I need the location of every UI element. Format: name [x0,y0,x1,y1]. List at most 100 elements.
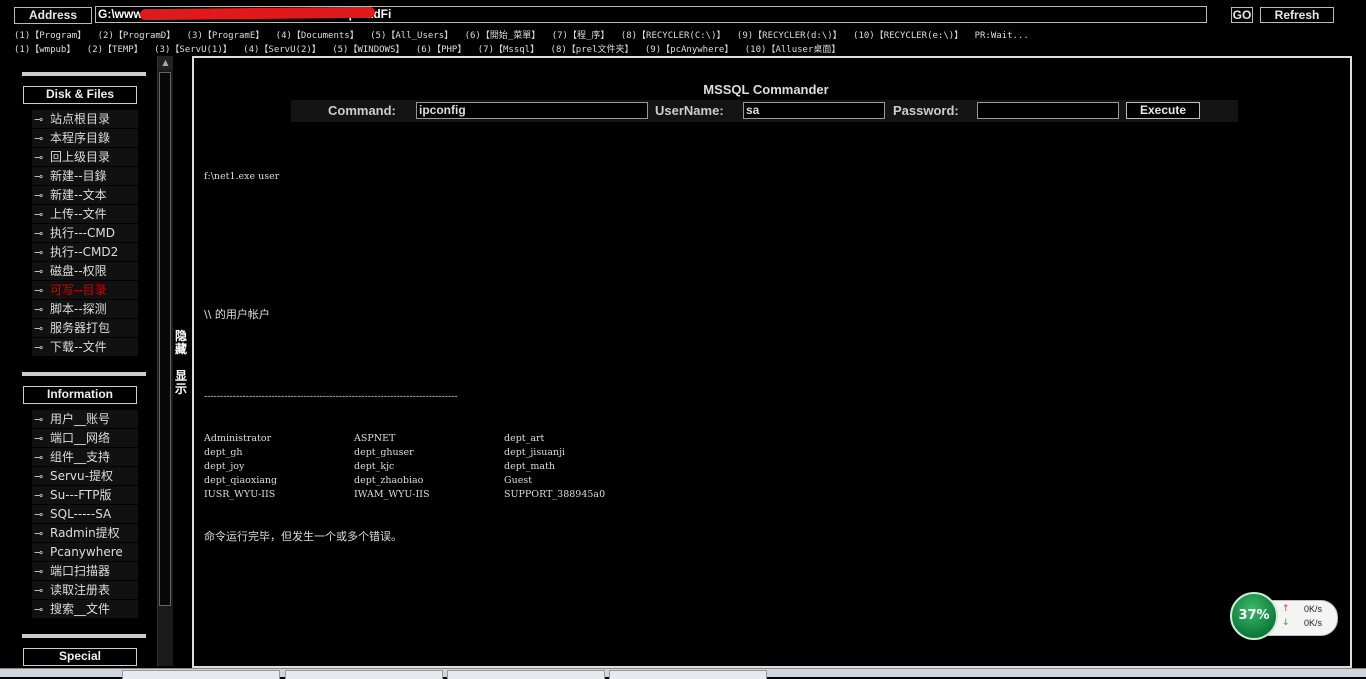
disk-menu-item[interactable]: ⊸ 可写--目录 [32,281,138,299]
menu-item-label: 读取注册表 [50,583,111,597]
taskbar-button[interactable] [447,670,605,679]
account-name: SUPPORT_388945a0 [504,489,606,500]
disk-menu-item[interactable]: ⊸ 新建--文本 [32,186,138,204]
shortcut-link[interactable]: (1)【Program】 [14,31,86,41]
menu-item-icon: ⊸ [34,113,44,126]
disk-menu-item[interactable]: ⊸ 上传--文件 [32,205,138,223]
shortcut-link[interactable]: (2)【ProgramD】 [98,31,176,41]
disk-files-title[interactable]: Disk & Files [23,86,137,104]
info-menu-item[interactable]: ⊸ Servu-提权 [32,467,138,485]
info-menu-item[interactable]: ⊸ 端口__网络 [32,429,138,447]
menu-item-icon: ⊸ [34,227,44,240]
disk-menu-item[interactable]: ⊸ 站点根目录 [32,110,138,128]
disk-menu-item[interactable]: ⊸ 执行---CMD [32,224,138,242]
output-footer: 命令运行完毕，但发生一个或多个错误。 [204,530,402,543]
sidebar-scrollbar[interactable]: ▲ [157,56,173,666]
command-input[interactable]: ipconfig [416,102,648,119]
sidebar-toggle: 隐藏 显示 [174,330,188,410]
menu-item-icon: ⊸ [34,508,44,521]
go-button[interactable]: GO [1231,7,1253,23]
shortcut-link[interactable]: (1)【wmpub】 [14,45,75,55]
account-name: dept_kjc [354,461,395,472]
menu-item-icon: ⊸ [34,341,44,354]
information-title[interactable]: Information [23,386,137,404]
special-title[interactable]: Special [23,648,137,666]
menu-item-label: 站点根目录 [50,112,111,126]
account-name: dept_gh [204,447,243,458]
shortcut-link[interactable]: (3)【ServU(1)】 [154,45,232,55]
shortcut-link[interactable]: (7)【Mssql】 [478,45,539,55]
shortcut-link[interactable]: (4)【Documents】 [276,31,359,41]
shortcut-link[interactable]: (10)【RECYCLER(e:\)】 [853,31,963,41]
shortcut-link[interactable]: (8)【RECYCLER(C:\)】 [621,31,726,41]
shortcut-link[interactable]: (3)【ProgramE】 [187,31,265,41]
disk-menu-item[interactable]: ⊸ 服务器打包 [32,319,138,337]
shortcut-link[interactable]: (7)【程_序】 [552,31,610,41]
info-menu-item[interactable]: ⊸ 搜索__文件 [32,600,138,618]
address-label: Address [14,7,92,24]
taskbar-button[interactable] [122,670,280,679]
information-menu: ⊸ 用户__账号 ⊸ 端口__网络 ⊸ 组件__支持 ⊸ Servu-提权 ⊸ Su---FTP版… [32,410,154,618]
shortcut-link[interactable]: (9)【pcAnywhere】 [645,45,733,55]
menu-item-icon: ⊸ [34,208,44,221]
address-bar: Address G:\www \Editor\UploadFi GO Refre… [0,0,1366,28]
menu-item-icon: ⊸ [34,603,44,616]
info-menu-item[interactable]: ⊸ 读取注册表 [32,581,138,599]
hide-link[interactable]: 隐藏 [174,330,188,356]
shortcut-link[interactable]: (5)【All_Users】 [370,31,453,41]
account-name: dept_jisuanji [504,447,566,458]
shortcut-link[interactable]: (2)【TEMP】 [87,45,143,55]
menu-item-label: Pcanywhere [50,545,123,559]
account-name: ASPNET [354,433,396,444]
disk-menu-item[interactable]: ⊸ 下载--文件 [32,338,138,356]
disk-menu-item[interactable]: ⊸ 新建--目錄 [32,167,138,185]
info-menu-item[interactable]: ⊸ Su---FTP版 [32,486,138,504]
account-name: dept_art [504,433,545,444]
disk-menu-item[interactable]: ⊸ 本程序目錄 [32,129,138,147]
info-menu-item[interactable]: ⊸ 端口扫描器 [32,562,138,580]
disk-menu-item[interactable]: ⊸ 脚本--探测 [32,300,138,318]
disk-menu-item[interactable]: ⊸ 磁盘--权限 [32,262,138,280]
menu-item-label: 新建--目錄 [50,169,107,183]
show-link[interactable]: 显示 [174,370,188,396]
info-menu-item[interactable]: ⊸ 组件__支持 [32,448,138,466]
account-name: Guest [504,475,533,486]
execute-button[interactable]: Execute [1126,102,1200,119]
menu-item-label: 磁盘--权限 [50,264,107,278]
output-header: \\ 的用户帐户 [204,308,270,321]
account-name: IUSR_WYU-IIS [204,489,276,500]
disk-menu-item[interactable]: ⊸ 回上级目录 [32,148,138,166]
scroll-up-arrow-icon[interactable]: ▲ [158,56,173,70]
shortcut-link[interactable]: (6)【開始_菜單】 [465,31,541,41]
username-input[interactable]: sa [743,102,885,119]
output-divider: ----------------------------------------… [204,391,458,402]
shortcut-link[interactable]: (9)【RECYCLER(d:\)】 [737,31,842,41]
refresh-button[interactable]: Refresh [1260,7,1334,23]
account-name: Administrator [204,433,272,444]
shortcut-link[interactable]: (8)【prel文件夹】 [551,45,634,55]
info-menu-item[interactable]: ⊸ Pcanywhere [32,543,138,561]
shortcut-link[interactable]: (4)【ServU(2)】 [243,45,321,55]
password-input[interactable] [977,102,1119,119]
scroll-thumb[interactable] [159,72,171,606]
menu-item-label: 本程序目錄 [50,131,111,145]
account-name: dept_zhaobiao [354,475,424,486]
status-text: PR:Wait... [974,31,1029,41]
menu-item-label: 可写--目录 [50,283,107,297]
taskbar-button[interactable] [609,670,767,679]
disk-menu-item[interactable]: ⊸ 执行--CMD2 [32,243,138,261]
upload-rate: 0K/s [1304,604,1323,614]
info-menu-item[interactable]: ⊸ SQL-----SA [32,505,138,523]
account-name: dept_joy [204,461,245,472]
info-menu-item[interactable]: ⊸ Radmin提权 [32,524,138,542]
account-row: dept_qiaoxiang dept_zhaobiao Guest [204,474,654,488]
menu-item-icon: ⊸ [34,527,44,540]
menu-item-label: 端口扫描器 [50,564,111,578]
info-menu-item[interactable]: ⊸ 用户__账号 [32,410,138,428]
divider [22,372,146,376]
username-label: UserName: [655,103,724,118]
taskbar-button[interactable] [285,670,443,679]
shortcut-link[interactable]: (5)【WINDOWS】 [332,45,404,55]
shortcut-link[interactable]: (6)【PHP】 [416,45,467,55]
shortcut-link[interactable]: (10)【Alluser桌面】 [745,45,841,55]
